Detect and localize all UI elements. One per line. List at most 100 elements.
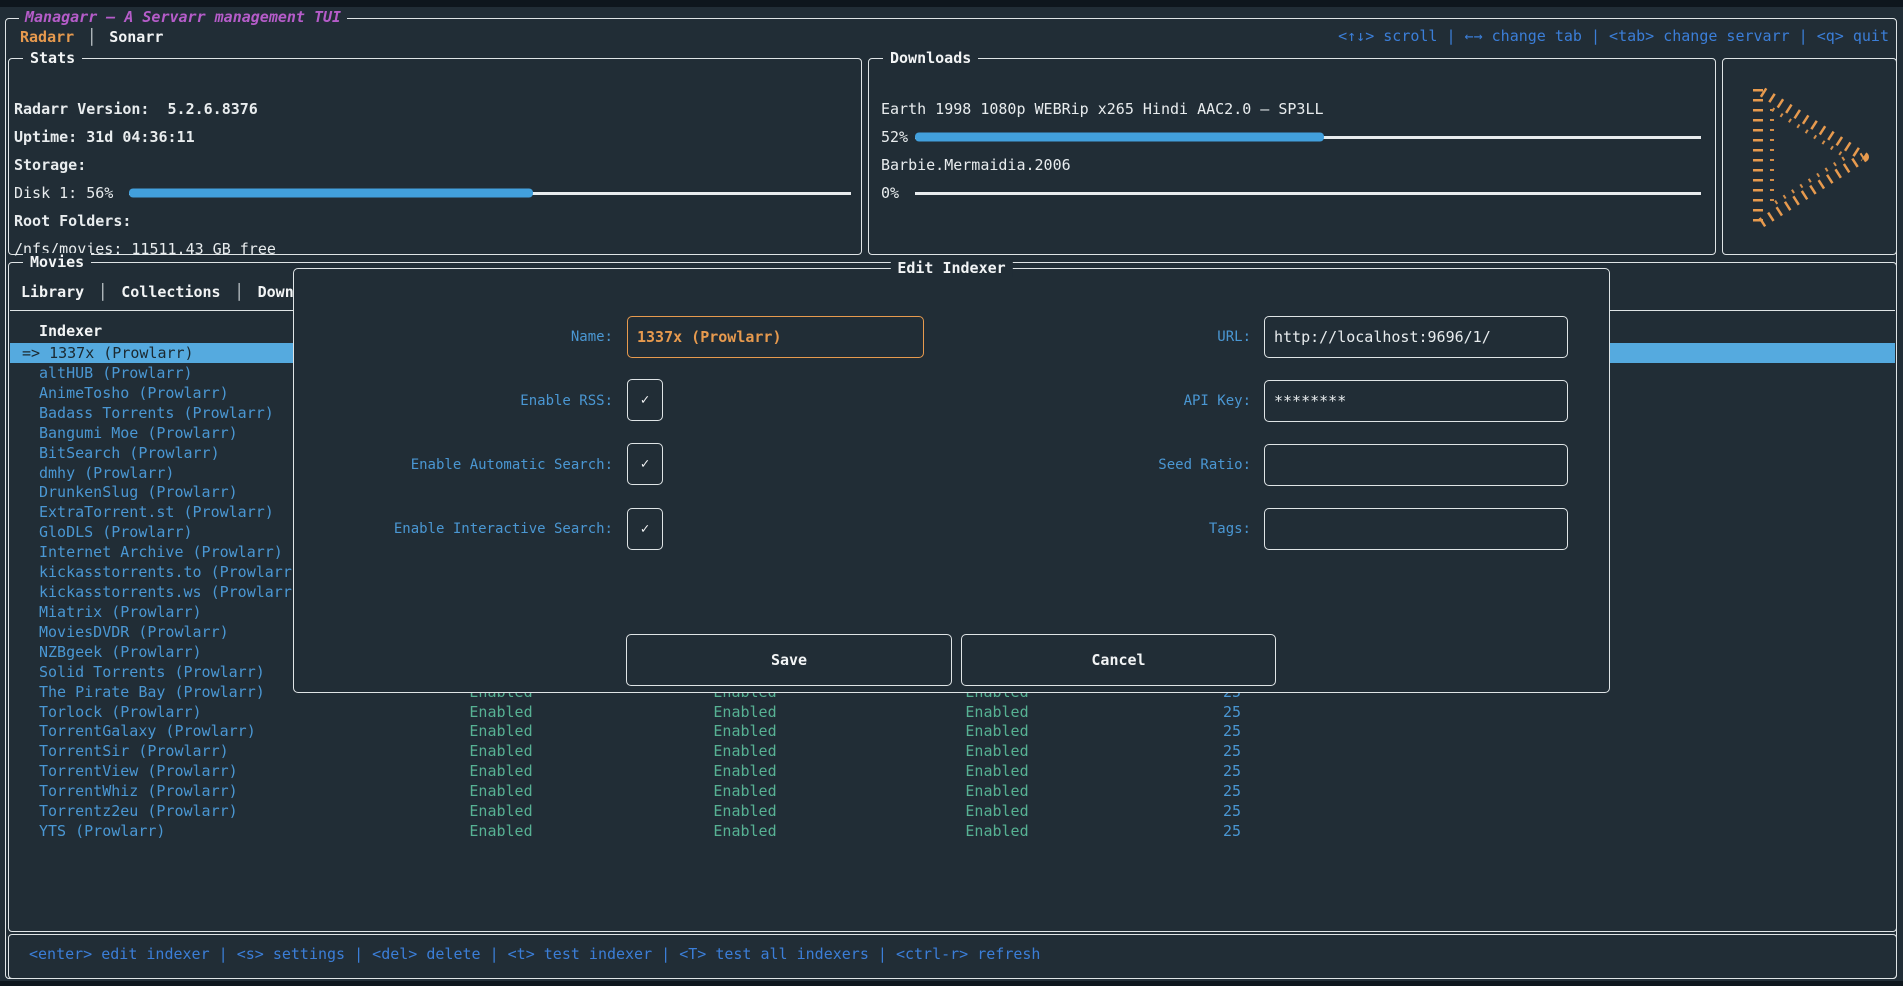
disk-usage-bar [129, 179, 851, 207]
enabled-cell: Enabled [713, 781, 776, 801]
name-field[interactable]: 1337x (Prowlarr) [627, 316, 924, 358]
api-key-field[interactable]: ******** [1264, 380, 1568, 422]
movies-panel-title: Movies [23, 253, 91, 271]
priority-cell: 25 [1141, 721, 1241, 741]
enabled-cell: Enabled [713, 721, 776, 741]
indexer-name-cell: NZBgeek (Prowlarr) [39, 642, 202, 662]
indexer-table-header: Indexer [39, 321, 102, 341]
uptime: Uptime: 31d 04:36:11 [14, 123, 851, 151]
tab-radarr[interactable]: Radarr [20, 28, 74, 46]
enabled-cell: Enabled [965, 821, 1028, 841]
enabled-cell: Enabled [965, 781, 1028, 801]
table-row[interactable]: TorrentSir (Prowlarr)EnabledEnabledEnabl… [10, 741, 1895, 761]
indexer-name-cell: TorrentGalaxy (Prowlarr) [39, 721, 256, 741]
bottom-keybindings: <enter> edit indexer | <s> settings | <d… [29, 945, 1040, 963]
stats-body: Radarr Version: 5.2.6.8376 Uptime: 31d 0… [14, 95, 851, 263]
download-progress-fill [915, 133, 1324, 142]
indexer-name-cell: Internet Archive (Prowlarr) [39, 542, 283, 562]
terminal-artifact-top [0, 0, 1903, 7]
movies-tabs: Library │ Collections │ Downlo [21, 282, 312, 302]
tab-library[interactable]: Library [21, 283, 84, 301]
enabled-cell: Enabled [713, 761, 776, 781]
enabled-cell: Enabled [965, 741, 1028, 761]
terminal-screen: Managarr – A Servarr management TUI Rada… [0, 0, 1903, 986]
enabled-cell: Enabled [469, 702, 532, 722]
enable-rss-checkbox[interactable]: ✓ [627, 379, 663, 421]
play-logo-icon [1723, 59, 1896, 254]
stats-panel-title: Stats [23, 49, 82, 67]
enabled-cell: Enabled [713, 801, 776, 821]
url-field[interactable]: http://localhost:9696/1/ [1264, 316, 1568, 358]
enable-automatic-search-checkbox[interactable]: ✓ [627, 443, 663, 485]
movies-tab-separator: │ [98, 283, 107, 301]
enabled-cell: Enabled [965, 702, 1028, 722]
tags-field[interactable] [1264, 508, 1568, 550]
root-folder-free: /nfs/movies: 11511.43 GB free [14, 235, 851, 263]
indexer-name-cell: dmhy (Prowlarr) [39, 463, 174, 483]
downloads-list: Earth 1998 1080p WEBRip x265 Hindi AAC2.… [881, 95, 1701, 207]
enabled-cell: Enabled [713, 821, 776, 841]
disk-usage-fill [129, 189, 533, 198]
check-icon: ✓ [641, 392, 649, 408]
enabled-cell: Enabled [965, 721, 1028, 741]
downloads-panel-title: Downloads [883, 49, 978, 67]
enable-rss-label: Enable RSS: [294, 392, 613, 410]
downloads-panel: Downloads Earth 1998 1080p WEBRip x265 H… [868, 58, 1716, 255]
priority-cell: 25 [1141, 781, 1241, 801]
tab-collections[interactable]: Collections [121, 283, 220, 301]
enabled-cell: Enabled [965, 801, 1028, 821]
logo-panel [1722, 58, 1897, 255]
seed-ratio-field[interactable] [1264, 444, 1568, 486]
servarr-tabs: Radarr │ Sonarr [20, 27, 163, 47]
indexer-name-cell: Torlock (Prowlarr) [39, 702, 202, 722]
url-label: URL: [951, 328, 1251, 346]
indexer-name-cell: TorrentWhiz (Prowlarr) [39, 781, 238, 801]
seed-ratio-label: Seed Ratio: [951, 456, 1251, 474]
tags-label: Tags: [951, 520, 1251, 538]
download-percent: 52% [881, 128, 915, 146]
disk-usage-row: Disk 1: 56% [14, 179, 851, 207]
indexer-name-cell: GloDLS (Prowlarr) [39, 522, 193, 542]
table-row[interactable]: YTS (Prowlarr)EnabledEnabledEnabled25 [10, 821, 1895, 841]
indexer-name-cell: ExtraTorrent.st (Prowlarr) [39, 502, 274, 522]
download-progress-row: 0% [881, 179, 1701, 207]
disk-usage-label: Disk 1: 56% [14, 184, 129, 202]
indexer-name-cell: BitSearch (Prowlarr) [39, 443, 220, 463]
indexer-name-cell: Miatrix (Prowlarr) [39, 602, 202, 622]
indexer-name-cell: => 1337x (Prowlarr) [22, 343, 194, 363]
cancel-button[interactable]: Cancel [961, 634, 1276, 686]
enabled-cell: Enabled [469, 741, 532, 761]
modal-title: Edit Indexer [890, 259, 1012, 277]
indexer-name-cell: AnimeTosho (Prowlarr) [39, 383, 229, 403]
stats-panel: Stats Radarr Version: 5.2.6.8376 Uptime:… [8, 58, 862, 255]
enable-automatic-search-label: Enable Automatic Search: [294, 456, 613, 474]
table-row[interactable]: Torlock (Prowlarr)EnabledEnabledEnabled2… [10, 702, 1895, 722]
download-percent: 0% [881, 184, 915, 202]
enabled-cell: Enabled [469, 801, 532, 821]
indexer-name-cell: altHUB (Prowlarr) [39, 363, 193, 383]
table-row[interactable]: TorrentGalaxy (Prowlarr) Enabled Enabled En… [10, 721, 1895, 741]
enabled-cell: Enabled [469, 721, 532, 741]
indexer-name-cell: MoviesDVDR (Prowlarr) [39, 622, 229, 642]
name-label: Name: [294, 328, 613, 346]
check-icon: ✓ [641, 521, 649, 537]
table-row[interactable]: Torrentz2eu (Prowlarr)EnabledEnabledEnab… [10, 801, 1895, 821]
enable-interactive-search-checkbox[interactable]: ✓ [627, 508, 663, 550]
check-icon: ✓ [641, 456, 649, 472]
save-button[interactable]: Save [626, 634, 952, 686]
app-title: Managarr – A Servarr management TUI [19, 8, 347, 26]
download-item-name: Earth 1998 1080p WEBRip x265 Hindi AAC2.… [881, 95, 1701, 123]
indexer-name-cell: kickasstorrents.to (Prowlarr) [39, 562, 301, 582]
root-folders-label: Root Folders: [14, 207, 851, 235]
enabled-cell: Enabled [965, 761, 1028, 781]
edit-indexer-modal: Edit Indexer Name: 1337x (Prowlarr) Enab… [293, 268, 1610, 693]
movies-tab-separator: │ [235, 283, 244, 301]
download-progress-bar [915, 179, 1701, 207]
storage-label: Storage: [14, 151, 851, 179]
table-row[interactable]: TorrentView (Prowlarr)EnabledEnabledEnab… [10, 761, 1895, 781]
tab-separator: │ [87, 28, 96, 46]
table-row[interactable]: TorrentWhiz (Prowlarr)EnabledEnabledEnab… [10, 781, 1895, 801]
tab-sonarr[interactable]: Sonarr [109, 28, 163, 46]
enabled-cell: Enabled [713, 702, 776, 722]
priority-cell: 25 [1141, 761, 1241, 781]
